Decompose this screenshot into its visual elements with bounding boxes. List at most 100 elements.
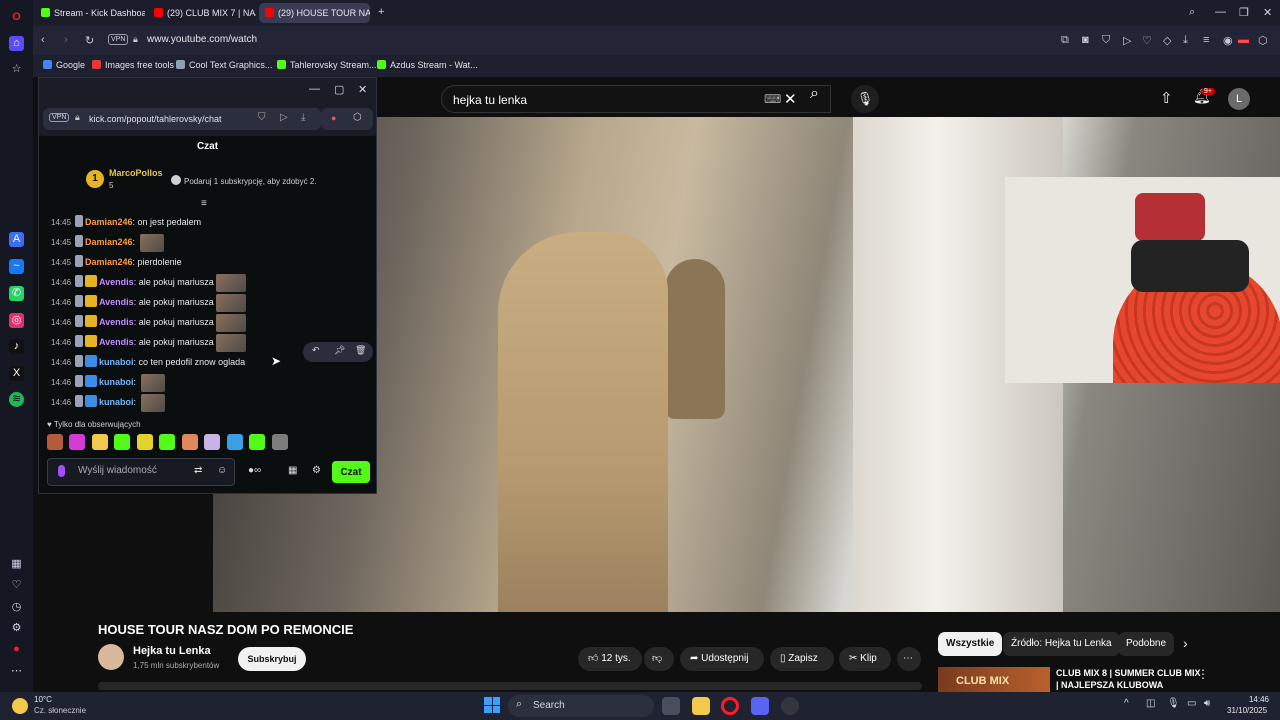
extension-icon[interactable]: ● (9, 642, 24, 657)
box-icon[interactable]: ⬡ (353, 112, 362, 123)
bookmark-tahlerovsky[interactable]: Tahlerovsky Stream... (277, 60, 377, 70)
file-explorer-icon[interactable] (692, 697, 710, 715)
tray-chevron-icon[interactable]: ^ (1124, 698, 1129, 709)
more-actions-button[interactable]: ⋯ (897, 647, 921, 671)
emoji-icon[interactable]: ☺ (217, 465, 227, 476)
like-button[interactable]: 👍︎ 12 tys. (578, 647, 642, 671)
x-icon[interactable]: X (9, 366, 24, 381)
recommended-menu-icon[interactable]: ⋮ (1197, 667, 1209, 681)
new-tab-icon[interactable]: + (378, 6, 384, 18)
microphone-icon[interactable] (58, 465, 65, 477)
clock-time[interactable]: 14:46 (1243, 695, 1269, 704)
menu-icon[interactable]: ≡ (1203, 34, 1209, 46)
emote[interactable] (204, 434, 221, 450)
grid-icon[interactable]: ▦ (9, 557, 24, 572)
extensions-icon[interactable]: ⬡ (1258, 34, 1268, 47)
recommended-thumbnail[interactable]: CLUB MIX (938, 667, 1050, 692)
download-icon[interactable]: ⤓ (301, 112, 305, 123)
chat-message[interactable]: 14:46 kunaboi: (51, 372, 371, 392)
settings-icon[interactable]: ⚙ (9, 621, 24, 636)
bookmark-azdus[interactable]: Azdus Stream - Wat... (377, 60, 478, 70)
message-username[interactable]: Avendis (99, 297, 134, 307)
search-input[interactable]: hejka tu lenka (453, 93, 527, 107)
subscribe-button[interactable]: Subskrybuj (238, 647, 306, 671)
upload-icon[interactable]: ⇧ (1160, 89, 1173, 107)
chat-message-input[interactable] (78, 465, 198, 476)
message-username[interactable]: Damian246 (85, 257, 133, 267)
tab-house-tour[interactable]: (29) HOUSE TOUR NA (259, 3, 370, 23)
chat-message[interactable]: 14:46 Avendis: ale pokuj mariusza (51, 272, 371, 292)
forward-icon[interactable]: › (64, 34, 68, 46)
emote[interactable] (159, 434, 176, 450)
shield-icon[interactable]: ⛉ (258, 112, 266, 123)
star-icon[interactable]: ☆ (9, 62, 24, 77)
url-field[interactable]: www.youtube.com/watch (147, 34, 257, 45)
emote[interactable] (181, 434, 198, 450)
chat-message[interactable]: 14:45 Damian246: on jest pedalem (51, 212, 371, 232)
heart-icon[interactable]: ♡ (9, 578, 24, 593)
points-icon[interactable]: ●∞ (248, 465, 261, 476)
recommended-title[interactable]: CLUB MIX 8 | SUMMER CLUB MIX | NAJLEPSZA… (1056, 667, 1201, 691)
tab-club-mix[interactable]: (29) CLUB MIX 7 | NAJLEP (148, 3, 256, 23)
snapshot-icon[interactable]: ⧉ (1061, 34, 1069, 47)
chip-similar[interactable]: Podobne (1118, 632, 1175, 656)
wallet-icon[interactable]: ◇ (1163, 34, 1171, 47)
history-icon[interactable]: ◷ (9, 600, 24, 615)
message-username[interactable]: Avendis (99, 317, 134, 327)
network-icon[interactable]: ▭ (1187, 698, 1196, 709)
profile-icon[interactable]: ◉ (1223, 34, 1233, 47)
bookmark-images-free-tools[interactable]: Images free tools (92, 60, 174, 70)
chip-next-icon[interactable]: › (1183, 635, 1188, 651)
battery-icon[interactable]: ▬ (1238, 34, 1249, 46)
weather-temperature[interactable]: 10°C (34, 695, 52, 704)
chat-message[interactable]: 14:45 Damian246: pierdolenie (51, 252, 371, 272)
emote[interactable] (91, 434, 108, 450)
back-icon[interactable]: ‹ (41, 34, 45, 46)
player-icon[interactable]: ▷ (1123, 34, 1131, 47)
aria-icon[interactable]: A (9, 232, 24, 247)
emote[interactable] (69, 434, 86, 450)
opera-icon[interactable] (721, 697, 739, 715)
dislike-button[interactable]: 👎︎ (644, 647, 674, 671)
message-username[interactable]: kunaboi (99, 357, 134, 367)
minimize-icon[interactable]: — (1215, 6, 1226, 18)
download-icon[interactable]: ⤓ (1183, 34, 1188, 47)
more-icon[interactable]: ⋯ (9, 664, 24, 679)
microphone-tray-icon[interactable]: 🎙︎ (1167, 698, 1180, 709)
search-button[interactable]: ⌕ (810, 85, 840, 113)
emote[interactable] (226, 434, 243, 450)
app-icon[interactable] (781, 697, 799, 715)
message-username[interactable]: Damian246 (85, 217, 133, 227)
store-icon[interactable]: ▦ (288, 465, 297, 476)
spotify-icon[interactable]: ≋ (9, 392, 24, 407)
voice-search-button[interactable]: 🎙︎ (851, 85, 879, 113)
weather-icon[interactable] (12, 698, 28, 714)
delete-icon[interactable]: 🗑︎ (355, 345, 366, 356)
maximize-icon[interactable]: ▢ (334, 83, 344, 96)
message-username[interactable]: Avendis (99, 277, 134, 287)
message-username[interactable]: Damian246 (85, 237, 133, 247)
clock-date[interactable]: 31/10/2025 (1227, 706, 1267, 715)
tiktok-icon[interactable]: ♪ (9, 339, 24, 354)
popout-url[interactable]: kick.com/popout/tahlerovsky/chat (89, 114, 222, 124)
channel-name[interactable]: Hejka tu Lenka (133, 645, 211, 657)
heart-bookmark-icon[interactable]: ♡ (1142, 34, 1152, 47)
bookmark-google[interactable]: Google (43, 60, 85, 70)
shield-icon[interactable]: ⛉ (1102, 34, 1110, 47)
discord-icon[interactable] (751, 697, 769, 715)
chip-source[interactable]: Źródło: Hejka tu Lenka (1003, 632, 1120, 656)
vpn-badge[interactable]: VPN (49, 113, 70, 122)
close-icon[interactable]: ✕ (1263, 6, 1272, 19)
account-avatar[interactable]: L (1228, 88, 1250, 110)
bookmark-cool-text[interactable]: Cool Text Graphics... (176, 60, 272, 70)
gift-prompt[interactable]: Podaruj 1 subskrypcję, aby zdobyć 2. (171, 175, 317, 186)
instagram-icon[interactable]: ◎ (9, 313, 24, 328)
reload-icon[interactable]: ↻ (85, 34, 94, 47)
popout-address-bar[interactable]: VPN 🔒︎ kick.com/popout/tahlerovsky/chat … (43, 108, 321, 130)
volume-icon[interactable]: 🔊︎ (1204, 698, 1210, 709)
chat-input-box[interactable]: ⇄ ☺ (47, 458, 235, 486)
clear-search-icon[interactable]: ✕ (784, 90, 797, 108)
task-view-icon[interactable] (662, 697, 680, 715)
minimize-icon[interactable]: — (309, 83, 320, 95)
restore-icon[interactable]: ❐ (1239, 6, 1249, 19)
